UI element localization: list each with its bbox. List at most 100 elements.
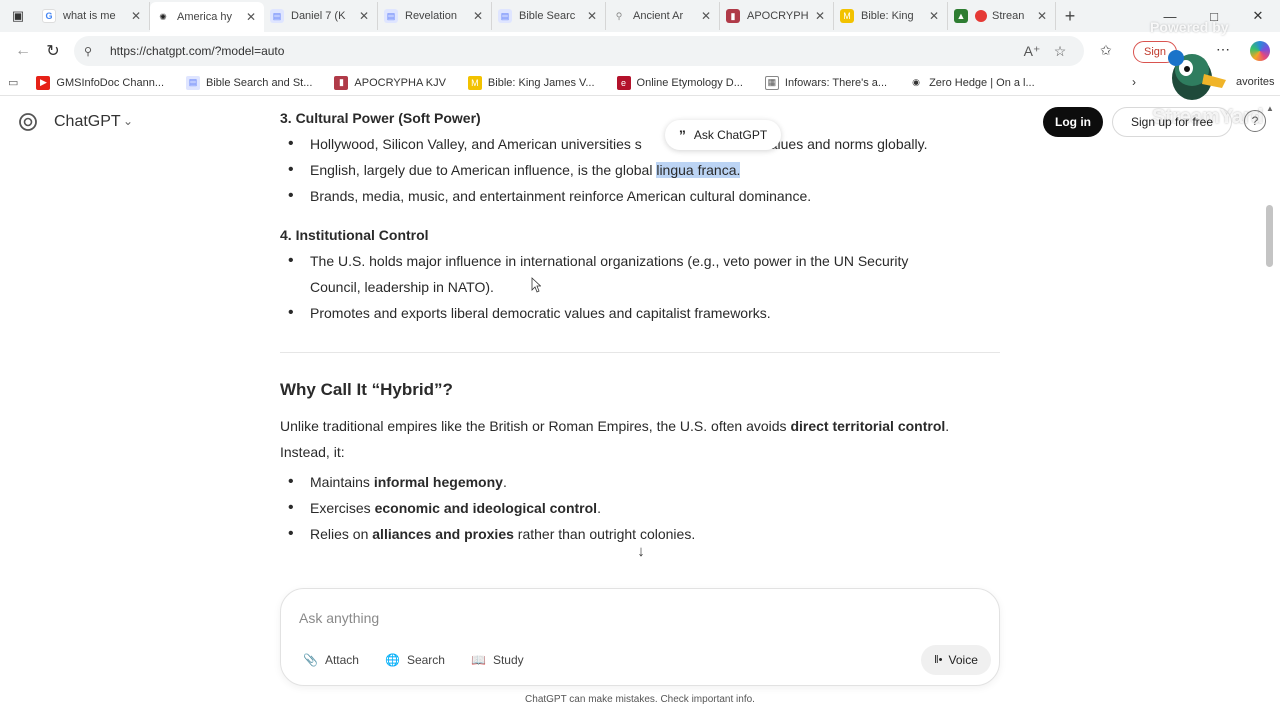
list-item: Brands, media, music, and entertainment …: [288, 183, 1000, 209]
study-button[interactable]: 📖 Study: [461, 645, 534, 675]
paragraph-text: Unlike traditional empires like the Brit…: [280, 418, 791, 434]
close-tab-icon[interactable]: ✕: [244, 10, 258, 24]
close-tab-icon[interactable]: ✕: [1035, 9, 1049, 23]
close-tab-icon[interactable]: ✕: [585, 9, 599, 23]
close-window-icon[interactable]: ✕: [1236, 8, 1280, 24]
section-heading: 4. Institutional Control: [280, 227, 429, 243]
close-tab-icon[interactable]: ✕: [927, 9, 941, 23]
sign-up-button[interactable]: Sign up for free: [1112, 107, 1232, 137]
new-tab-icon[interactable]: +: [1056, 6, 1084, 27]
favorites-label[interactable]: avorites: [1236, 76, 1275, 88]
bookmark-item[interactable]: ◉ Zero Hedge | On a l...: [909, 75, 1035, 90]
assistant-message: 3. Cultural Power (Soft Power) Hollywood…: [280, 105, 1000, 547]
list-item-text: Exercises: [310, 500, 375, 516]
search-icon: ⚲: [615, 10, 623, 21]
close-tab-icon[interactable]: ✕: [357, 9, 371, 23]
bookmark-icon: M: [467, 75, 482, 90]
browser-tab[interactable]: ⚲ Ancient Ar ✕: [606, 2, 720, 30]
bookmark-label: Online Etymology D...: [636, 76, 743, 89]
browser-tab[interactable]: M Bible: King ✕: [834, 2, 948, 30]
browser-tab-active[interactable]: ✺ America hy ✕: [150, 2, 264, 32]
back-icon[interactable]: ←: [8, 36, 38, 66]
browser-tab[interactable]: ▮ APOCRYPH ✕: [720, 2, 834, 30]
search-button[interactable]: 🌐 Search: [375, 645, 455, 675]
close-tab-icon[interactable]: ✕: [699, 9, 713, 23]
bookmark-item[interactable]: M Bible: King James V...: [467, 75, 595, 90]
tab-label: Bible: King: [861, 10, 914, 22]
bullet-list: Maintains informal hegemony. Exercises e…: [288, 469, 1000, 547]
selected-text[interactable]: lingua franca.: [656, 162, 741, 178]
openai-logo-icon[interactable]: [18, 112, 38, 132]
url-text[interactable]: https://chatgpt.com/?model=auto: [110, 44, 1018, 58]
browser-tab[interactable]: ▤ Bible Searc ✕: [492, 2, 606, 30]
bookmark-item[interactable]: ▦ Infowars: There's a...: [764, 75, 887, 90]
tab-label: Strean: [992, 10, 1025, 22]
book-icon: ▮: [334, 75, 349, 90]
book-icon: ▮: [726, 9, 740, 23]
list-item: Maintains informal hegemony.: [288, 469, 1000, 495]
bookmarks-toggle-icon[interactable]: ▭: [8, 76, 18, 89]
bookmark-item[interactable]: e Online Etymology D...: [616, 75, 743, 90]
read-aloud-icon[interactable]: A⁺: [1018, 43, 1046, 60]
bookmark-item[interactable]: ▤ Bible Search and St...: [186, 75, 312, 90]
chatgpt-icon: ✺: [156, 10, 170, 24]
close-tab-icon[interactable]: ✕: [813, 9, 827, 23]
paperclip-icon: 📎: [303, 653, 318, 667]
help-icon[interactable]: ?: [1244, 110, 1266, 132]
list-item-text: Relies on: [310, 526, 373, 542]
subheading: Why Call It “Hybrid”?: [280, 380, 453, 399]
browser-tab[interactable]: ▲ Strean ✕: [948, 2, 1056, 30]
tab-label: what is me: [63, 10, 116, 22]
browser-tab[interactable]: ▤ Revelation ✕: [378, 2, 492, 30]
record-icon: [975, 10, 987, 22]
scrollbar[interactable]: [1264, 100, 1276, 720]
list-item: Hollywood, Silicon Valley, and American …: [288, 131, 1000, 157]
close-tab-icon[interactable]: ✕: [129, 9, 143, 23]
reload-icon[interactable]: ↻: [38, 36, 68, 66]
close-tab-icon[interactable]: ✕: [471, 9, 485, 23]
quote-icon: ”: [678, 127, 686, 143]
browser-tab[interactable]: G what is me ✕: [36, 2, 150, 30]
attach-button[interactable]: 📎 Attach: [293, 645, 369, 675]
page-icon: ▤: [498, 9, 512, 23]
prompt-input[interactable]: [299, 607, 899, 629]
voice-button[interactable]: ‖• Voice: [921, 645, 991, 675]
bullet-list: Hollywood, Silicon Valley, and American …: [288, 131, 1000, 209]
favorite-star-icon[interactable]: ☆: [1046, 43, 1074, 60]
waveform-icon: ‖•: [934, 654, 943, 666]
scroll-down-arrow-icon[interactable]: ↓: [630, 540, 652, 562]
bookmark-icon: M: [840, 9, 854, 23]
tab-label: Ancient Ar: [633, 10, 684, 22]
address-bar-row: ← ↻ ⚲ https://chatgpt.com/?model=auto A⁺…: [0, 32, 1280, 70]
site-info-icon[interactable]: ⚲: [84, 45, 100, 58]
bookmark-label: Zero Hedge | On a l...: [929, 76, 1035, 89]
log-in-button[interactable]: Log in: [1043, 107, 1103, 137]
bold-text: alliances and proxies: [372, 526, 514, 542]
tab-label: Bible Searc: [519, 10, 576, 22]
address-bar[interactable]: ⚲ https://chatgpt.com/?model=auto A⁺ ☆: [74, 36, 1084, 66]
favorites-icon[interactable]: ✩: [1100, 42, 1112, 59]
list-item-text: Hollywood, Silicon Valley, and American …: [310, 136, 642, 152]
infowars-icon: ▦: [764, 75, 779, 90]
chevron-down-icon[interactable]: ⌄: [123, 114, 133, 128]
ask-chatgpt-button[interactable]: ” Ask ChatGPT: [665, 120, 781, 150]
bookmarks-bar: ▭ ▶ GMSInfoDoc Chann... ▤ Bible Search a…: [0, 70, 1280, 96]
bookmark-item[interactable]: ▶ GMSInfoDoc Chann...: [36, 75, 164, 90]
bookmark-label: APOCRYPHA KJV: [354, 76, 446, 89]
more-bookmarks-chevron-icon[interactable]: ›: [1132, 75, 1136, 89]
tab-actions-icon[interactable]: ▣: [0, 0, 36, 32]
scrollbar-thumb[interactable]: [1266, 205, 1273, 267]
model-selector[interactable]: ChatGPT: [54, 113, 121, 131]
bold-text: informal hegemony: [373, 474, 503, 490]
tab-label: Revelation: [405, 10, 457, 22]
list-item: The U.S. holds major influence in intern…: [288, 248, 948, 300]
zerohedge-icon: ◉: [909, 75, 924, 90]
scroll-up-arrow-icon[interactable]: ▲: [1266, 104, 1274, 113]
browser-tab[interactable]: ▤ Daniel 7 (K ✕: [264, 2, 378, 30]
list-item-text: English, largely due to American influen…: [310, 162, 657, 178]
tab-label: Daniel 7 (K: [291, 10, 346, 22]
copilot-icon[interactable]: [1250, 41, 1270, 61]
message-composer: 📎 Attach 🌐 Search 📖 Study ‖• Voice: [280, 588, 1000, 686]
bookmark-item[interactable]: ▮ APOCRYPHA KJV: [334, 75, 446, 90]
etymology-icon: e: [616, 75, 631, 90]
